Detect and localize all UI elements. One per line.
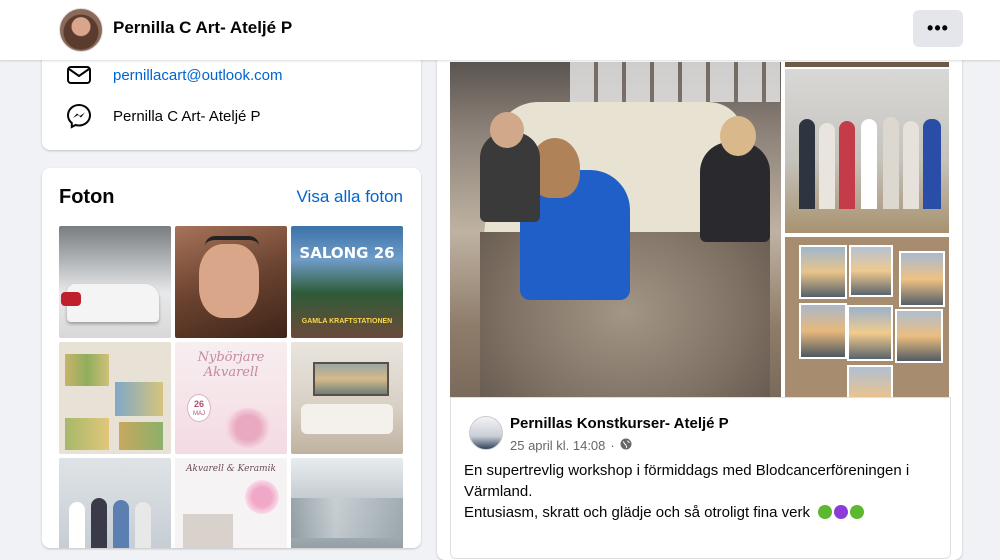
profile-avatar[interactable] [59,8,103,52]
meta-separator: · [610,438,615,453]
photo-group-workshop[interactable] [59,458,171,548]
shared-page-name[interactable]: Pernillas Konstkurser- Ateljé P [510,415,729,432]
post-text-line1: En supertrevlig workshop i förmiddags me… [464,462,910,500]
photos-title: Foton [59,186,115,208]
see-all-photos-link[interactable]: Visa alla foton [297,187,403,207]
globe-icon [620,438,632,453]
post-card: Pernillas Konstkurser- Ateljé P 25 april… [437,40,962,560]
green-heart-icon [850,505,865,519]
shared-post: Pernillas Konstkurser- Ateljé P 25 april… [450,397,951,559]
post-meta: 25 april kl. 14:08 · [510,438,632,453]
photos-card: Foton Visa alla foton SALONG 26 GAMLA KR… [42,168,421,548]
post-photo-strip[interactable] [785,62,949,67]
photo-misty-watercolor[interactable] [291,458,403,548]
page-header-bar: Pernilla C Art- Ateljé P ••• [0,0,1000,60]
post-photo-workshop[interactable] [450,62,781,440]
page-title[interactable]: Pernilla C Art- Ateljé P [113,18,292,38]
messenger-name[interactable]: Pernilla C Art- Ateljé P [113,108,261,125]
messenger-row[interactable]: Pernilla C Art- Ateljé P [66,103,261,129]
photo-akvarell-keramik-flyer[interactable]: Akvarell & Keramik [175,458,287,548]
mail-icon [66,62,92,88]
email-row[interactable]: pernillacart@outlook.com [66,62,282,88]
post-photo-paintings[interactable] [785,237,949,401]
photo-living-room-painting[interactable] [291,342,403,454]
page-avatar[interactable] [469,416,503,450]
post-date[interactable]: 25 april kl. 14:08 [510,438,605,453]
more-options-button[interactable]: ••• [913,10,963,47]
green-heart-icon [818,505,833,519]
post-text: En supertrevlig workshop i förmiddags me… [464,460,944,523]
post-text-line2: Entusiasm, skratt och glädje och så otro… [464,502,944,523]
purple-heart-icon [834,505,849,519]
email-link[interactable]: pernillacart@outlook.com [113,67,282,84]
post-photo-group[interactable] [785,69,949,233]
photo-salong-poster[interactable]: SALONG 26 GAMLA KRAFTSTATIONEN [291,226,403,338]
photo-garage-car[interactable] [59,226,171,338]
photo-watercolor-trees[interactable] [59,342,171,454]
photo-portrait[interactable] [175,226,287,338]
photo-akvarell-flyer[interactable]: Nybörjare Akvarell 26 MAJ [175,342,287,454]
messenger-icon [66,103,92,129]
